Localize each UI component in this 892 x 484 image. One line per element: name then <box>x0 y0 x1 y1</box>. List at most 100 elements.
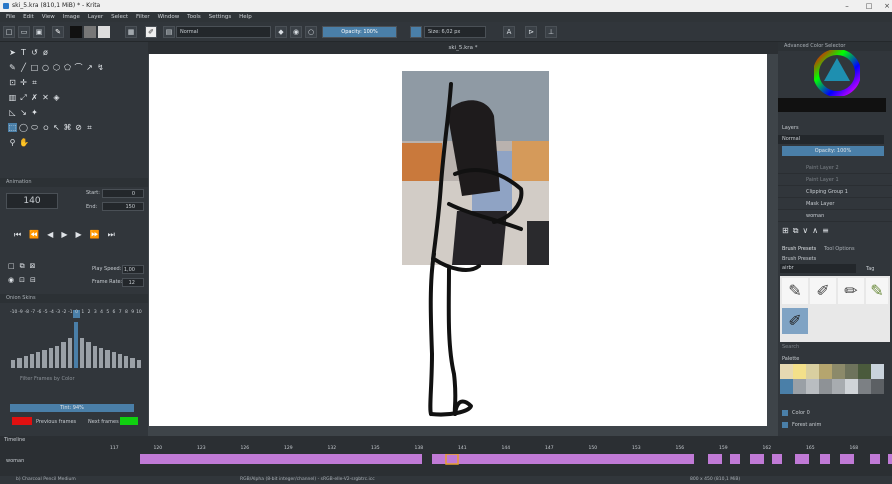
brush-preset-3-icon[interactable]: ✏ <box>838 278 864 304</box>
play-icon[interactable]: ▶ <box>61 230 75 239</box>
calligraphy-icon[interactable]: ø <box>41 48 50 57</box>
layer-row-clipping-group[interactable]: Clipping Group 1 <box>778 186 892 198</box>
swatch[interactable] <box>871 364 884 379</box>
ellipse-select-icon[interactable]: ◯ <box>19 123 28 132</box>
timeline-layer-name[interactable]: woman <box>6 458 24 464</box>
onion-opacity-bar[interactable] <box>111 352 116 368</box>
last-frame-icon[interactable]: ⏭ <box>108 230 123 239</box>
drop-frames-icon[interactable]: ⊟ <box>30 276 41 284</box>
first-frame-icon[interactable]: ⏮ <box>14 230 29 239</box>
onion-opacity-bar[interactable] <box>23 356 28 368</box>
size-slider[interactable]: Size: 6,02 px <box>424 26 486 38</box>
end-field[interactable]: 150 <box>102 202 144 211</box>
measure-tool-icon[interactable]: ↘ <box>19 108 28 117</box>
contiguous-select-icon[interactable]: ↖ <box>52 123 61 132</box>
onion-opacity-bar[interactable] <box>80 338 85 368</box>
swatch[interactable] <box>819 364 832 379</box>
move-tool-icon[interactable]: ✛ <box>19 78 28 87</box>
next-frames-color[interactable] <box>120 417 138 425</box>
swatch[interactable] <box>793 379 806 394</box>
line-tool-icon[interactable]: ╱ <box>19 63 28 72</box>
onion-opacity-bar[interactable] <box>48 348 53 368</box>
menu-edit[interactable]: Edit <box>23 14 34 20</box>
swatch[interactable] <box>858 379 871 394</box>
mirror-horizontal-icon[interactable]: ⊳ <box>525 26 537 38</box>
reload-preset-icon[interactable]: ○ <box>305 26 317 38</box>
edit-shapes-icon[interactable]: ↺ <box>30 48 39 57</box>
palette-preset-name[interactable]: Forest anim <box>792 422 821 428</box>
bezier-tool-icon[interactable]: ⌒ <box>74 63 83 72</box>
smart-patch-icon[interactable]: ✕ <box>41 93 50 102</box>
onion-opacity-bar[interactable] <box>105 350 110 368</box>
swatch[interactable] <box>871 379 884 394</box>
brush-preset-1-icon[interactable]: ✎ <box>782 278 808 304</box>
duplicate-layer-icon[interactable]: ⧉ <box>793 226 803 235</box>
color-picker-icon[interactable]: ⤢ <box>19 93 28 102</box>
menu-layer[interactable]: Layer <box>88 14 103 20</box>
layer-row-paint-2[interactable]: Paint Layer 2 <box>778 162 892 174</box>
menu-help[interactable]: Help <box>239 14 252 20</box>
color-wheel[interactable] <box>814 50 860 96</box>
brush-editor-icon[interactable]: ✎ <box>52 26 64 38</box>
swatch[interactable] <box>806 364 819 379</box>
keyframe-block[interactable] <box>870 454 880 464</box>
freehand-brush-icon[interactable]: ✎ <box>8 63 17 72</box>
gradient-tool-icon[interactable]: ▥ <box>8 93 17 102</box>
start-field[interactable]: 0 <box>102 189 144 198</box>
onion-opacity-bar[interactable] <box>98 348 104 368</box>
onion-opacity-bar[interactable] <box>124 356 129 368</box>
brush-preset-2-icon[interactable]: ✐ <box>810 278 836 304</box>
swatch[interactable] <box>832 364 845 379</box>
keyframe-block[interactable] <box>840 454 854 464</box>
gradient-swatch[interactable] <box>84 26 96 38</box>
select-shapes-icon[interactable]: ➤ <box>8 48 17 57</box>
pattern-swatch[interactable] <box>98 26 110 38</box>
previous-frame-icon[interactable]: ◀ <box>47 230 61 239</box>
layer-row-woman[interactable]: woman <box>778 210 892 222</box>
onion-opacity-bar[interactable] <box>136 360 141 368</box>
onion-opacity-bar[interactable] <box>29 354 35 368</box>
onion-opacity-bar[interactable] <box>61 342 66 368</box>
ellipse-tool-icon[interactable]: ○ <box>41 63 50 72</box>
brush-tag-select[interactable]: Tag <box>866 266 874 272</box>
transform-tool-icon[interactable]: ⊡ <box>8 78 17 87</box>
keyframe-block[interactable] <box>432 454 694 464</box>
previous-keyframe-icon[interactable]: ⏪ <box>29 230 47 239</box>
tint-slider[interactable]: Tint: 94% <box>10 404 134 412</box>
brush-search-field[interactable]: Search <box>782 344 799 350</box>
onion-opacity-bar[interactable] <box>130 358 135 368</box>
onion-skin-icon[interactable]: ◉ <box>8 276 19 284</box>
document-tab[interactable]: ski_5.kra * <box>148 42 778 54</box>
blend-mode-icon[interactable]: ▤ <box>163 26 175 38</box>
next-frame-icon[interactable]: ▶ <box>75 230 89 239</box>
size-slider-fill[interactable] <box>410 26 422 38</box>
next-keyframe-icon[interactable]: ⏩ <box>90 230 108 239</box>
auto-frame-icon[interactable]: ⊡ <box>19 276 30 284</box>
move-up-icon[interactable]: ∧ <box>812 226 822 235</box>
mirror-vertical-icon[interactable]: ⊥ <box>545 26 557 38</box>
save-icon[interactable]: ▣ <box>33 26 45 38</box>
pan-tool-icon[interactable]: ✋ <box>19 138 29 147</box>
menu-select[interactable]: Select <box>111 14 128 20</box>
onion-opacity-bar[interactable] <box>17 358 22 368</box>
menu-settings[interactable]: Settings <box>209 14 232 20</box>
menu-tools[interactable]: Tools <box>187 14 201 20</box>
eraser-mode-icon[interactable]: ◆ <box>275 26 287 38</box>
dynamic-brush-icon[interactable]: ↯ <box>96 63 105 72</box>
preserve-alpha-icon[interactable]: ◉ <box>290 26 302 38</box>
layer-row-paint-1[interactable]: Paint Layer 1 <box>778 174 892 186</box>
rect-select-icon[interactable]: ⬚ <box>8 123 17 132</box>
polyline-tool-icon[interactable]: ⬠ <box>63 63 72 72</box>
layer-properties-icon[interactable]: ≡ <box>822 226 833 235</box>
outline-select-icon[interactable]: ഠ <box>41 123 50 132</box>
brush-preset-4-icon[interactable]: ✎ <box>866 278 888 304</box>
brush-preset-icon[interactable]: ✐ <box>145 26 157 38</box>
keyframe-block[interactable] <box>730 454 740 464</box>
fill-tool-icon[interactable]: ◈ <box>52 93 61 102</box>
similar-select-icon[interactable]: ⌘ <box>63 123 72 132</box>
polygon-tool-icon[interactable]: ⬡ <box>52 63 61 72</box>
keyframe-block[interactable] <box>820 454 830 464</box>
layer-blend-select[interactable]: Normal <box>778 135 884 144</box>
zoom-tool-icon[interactable]: ⚲ <box>8 138 17 147</box>
polygon-select-icon[interactable]: ⬭ <box>30 123 39 132</box>
